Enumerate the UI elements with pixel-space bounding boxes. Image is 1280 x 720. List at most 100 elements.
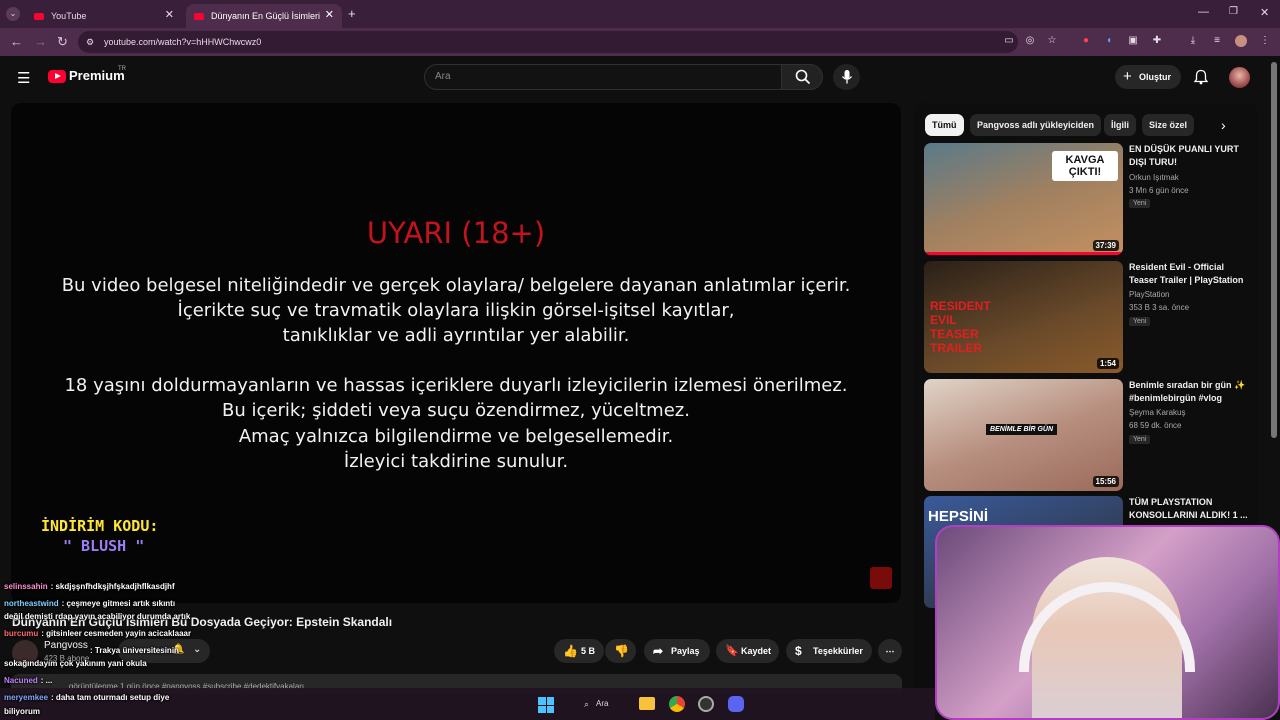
chat-message: biliyorum: [4, 707, 41, 716]
save-button[interactable]: 🔖 Kaydet: [716, 639, 779, 663]
close-window-icon[interactable]: ✕: [1260, 6, 1269, 19]
warning-line: 18 yaşını doldurmayanların ve hassas içe…: [64, 375, 848, 396]
chip-all[interactable]: Tümü: [925, 114, 964, 136]
chrome-icon[interactable]: [669, 696, 685, 712]
promo-code-value: " BLUSH ": [63, 537, 145, 555]
channel-watermark-icon[interactable]: [870, 567, 892, 589]
media-icon[interactable]: ≡: [1211, 35, 1223, 47]
thanks-icon: $: [795, 644, 802, 658]
chat-message: : Trakya üniversitesinin: [90, 646, 179, 655]
chat-message: northeastwind: çeşmeye gitmesi artık sık…: [4, 599, 176, 608]
recommended-title[interactable]: Resident Evil - Official Teaser Trailer …: [1129, 261, 1249, 287]
new-tab-icon[interactable]: +: [348, 6, 356, 21]
video-thumbnail[interactable]: BENİMLE BİR GÜN 15:56: [924, 379, 1123, 491]
thumbs-down-icon: 👎: [614, 644, 629, 658]
warning-line: İçerikte suç ve travmatik olaylara ilişk…: [177, 300, 735, 321]
reload-icon[interactable]: ↻: [57, 34, 68, 50]
minimize-icon[interactable]: —: [1198, 6, 1209, 18]
chat-message: meryemkee: daha tam oturmadı setup diye: [4, 693, 170, 702]
search-icon: ⌕: [584, 699, 590, 709]
video-player[interactable]: UYARI (18+) Bu video belgesel niteliğind…: [11, 103, 901, 603]
share-icon: ➦: [653, 644, 664, 658]
account-avatar[interactable]: [1229, 67, 1250, 88]
chat-message: sokağındayım çok yakınım yani okula: [4, 659, 147, 668]
like-button[interactable]: 👍 5 B: [554, 639, 604, 663]
recommended-stats: 68 59 dk. önce: [1129, 421, 1182, 430]
new-badge: Yeni: [1129, 199, 1151, 208]
chip-related[interactable]: İlgili: [1104, 114, 1136, 136]
region-label: TR: [118, 66, 126, 72]
restore-icon[interactable]: ❐: [1229, 6, 1238, 17]
save-label: Kaydet: [741, 646, 772, 656]
taskbar-search-label: Ara: [596, 699, 609, 708]
url-text: youtube.com/watch?v=hHHWChwcwz0: [104, 37, 262, 47]
search-input[interactable]: Ara: [424, 64, 782, 90]
back-icon[interactable]: ←: [10, 34, 23, 49]
menu-dots-icon[interactable]: ⋮: [1259, 35, 1271, 47]
extension-icon[interactable]: ●: [1080, 35, 1092, 47]
thumbnail-overlay-text: BENİMLE BİR GÜN: [986, 424, 1057, 435]
forward-icon[interactable]: →: [34, 34, 47, 49]
channel-name[interactable]: Pangvoss: [44, 640, 88, 651]
warning-line: Amaç yalnızca bilgilendirme ve belgesell…: [238, 426, 674, 447]
recommended-channel[interactable]: Şeyma Karakuş: [1129, 408, 1185, 417]
address-bar[interactable]: ⚙ youtube.com/watch?v=hHHWChwcwz0: [78, 31, 1018, 53]
eye-off-icon[interactable]: ◎: [1024, 35, 1036, 47]
plus-icon: +: [1123, 68, 1132, 85]
share-button[interactable]: ➦ Paylaş: [644, 639, 710, 663]
video-thumbnail[interactable]: KAVGA ÇIKTI! 37:39: [924, 143, 1123, 255]
translate-extension-icon[interactable]: ◖: [1103, 35, 1115, 47]
discord-icon[interactable]: [728, 696, 744, 712]
chevron-down-icon: ⌄: [193, 644, 202, 655]
recommended-channel[interactable]: Orkun Işıtmak: [1129, 173, 1179, 182]
new-badge: Yeni: [1129, 317, 1151, 326]
windows-start-icon[interactable]: [538, 697, 554, 713]
download-icon[interactable]: ⤓: [1187, 35, 1199, 47]
chat-message: burcumu: gitsinleer cesmeden yayin acica…: [4, 629, 192, 638]
voice-search-button[interactable]: [833, 64, 860, 90]
search-button[interactable]: [781, 64, 823, 90]
like-count: 5 B: [581, 646, 596, 656]
dislike-button[interactable]: 👎: [605, 639, 636, 663]
recommended-stats: 353 B 3 sa. önce: [1129, 303, 1190, 312]
app-icon[interactable]: [698, 696, 714, 712]
youtube-logo-icon[interactable]: [48, 70, 66, 83]
tab-list-icon[interactable]: ⌄: [6, 7, 20, 21]
recommended-title[interactable]: Benimle sıradan bir gün ✨ #benimlebirgün…: [1129, 379, 1249, 405]
more-actions-button[interactable]: ⋯: [878, 639, 902, 663]
page-scrollbar[interactable]: [1271, 62, 1277, 438]
tab-current-video[interactable]: Dünyanın En Güçlü İsimleri Bu ✕: [186, 4, 342, 28]
bookmark-star-icon[interactable]: ☆: [1046, 35, 1058, 47]
file-explorer-icon[interactable]: [639, 697, 655, 710]
create-label: Oluştur: [1139, 72, 1172, 82]
extensions-icon[interactable]: ✚: [1151, 35, 1163, 47]
chat-message: Nacuned: ...: [4, 676, 53, 685]
recommended-channel[interactable]: PlayStation: [1129, 290, 1169, 299]
taskbar-search[interactable]: ⌕ Ara: [574, 694, 622, 714]
create-button[interactable]: + Oluştur: [1115, 65, 1181, 89]
recommended-stats: 3 Mn 6 gün önce: [1129, 186, 1189, 195]
duration-badge: 1:54: [1096, 358, 1119, 369]
puzzle-extension-icon[interactable]: ▣: [1127, 35, 1139, 47]
cast-icon[interactable]: ▭: [1003, 35, 1015, 47]
thanks-button[interactable]: $ Teşekkürler: [786, 639, 872, 663]
youtube-favicon-icon: [34, 12, 44, 20]
recommended-title[interactable]: EN DÜŞÜK PUANLI YURT DIŞI TURU!: [1129, 143, 1249, 169]
notifications-bell-icon[interactable]: [1193, 69, 1209, 85]
hamburger-menu-icon[interactable]: ☰: [17, 69, 30, 87]
site-info-icon[interactable]: ⚙: [86, 31, 94, 53]
video-thumbnail[interactable]: RESIDENT EVIL TEASER TRAILER 1:54: [924, 261, 1123, 373]
more-dots-icon: ⋯: [885, 646, 895, 656]
warning-line: tanıklıklar ve adli ayrıntılar yer alabi…: [282, 325, 630, 346]
close-tab-icon[interactable]: ✕: [325, 8, 334, 21]
chip-for-you[interactable]: Size özel: [1142, 114, 1195, 136]
profile-avatar-icon[interactable]: [1235, 35, 1247, 47]
recommended-title[interactable]: TÜM PLAYSTATION KONSOLLARINI ALDIK! 1 ..…: [1129, 496, 1249, 522]
chip-from-uploader[interactable]: Pangvoss adlı yükleyiciden: [970, 114, 1102, 136]
warning-line: Bu içerik; şiddeti veya suçu özendirmez,…: [222, 400, 690, 421]
watch-progress-bar: [924, 252, 1123, 255]
close-tab-icon[interactable]: ✕: [165, 8, 174, 21]
tab-youtube[interactable]: YouTube ✕: [26, 4, 182, 28]
chips-next-icon[interactable]: ›: [1221, 117, 1226, 133]
brand-label[interactable]: Premium: [69, 68, 125, 83]
